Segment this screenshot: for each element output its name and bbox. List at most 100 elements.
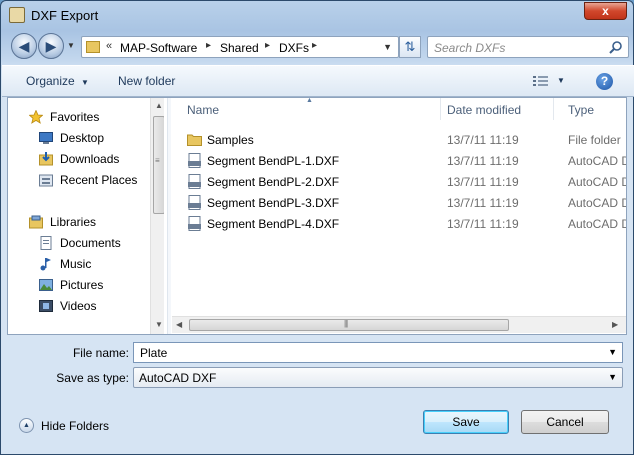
file-name: Segment BendPL-3.DXF [207, 196, 340, 210]
scrollbar-thumb[interactable] [189, 319, 509, 331]
scroll-down-icon[interactable]: ▼ [155, 320, 163, 329]
music-icon [40, 258, 51, 271]
favorites-label: Favorites [50, 110, 100, 124]
file-type: AutoCAD D [568, 154, 626, 168]
file-name-input[interactable]: Plate ▼ [133, 342, 623, 363]
sidebar-item-videos[interactable]: Videos [8, 296, 150, 316]
sidebar-item-desktop[interactable]: Desktop [8, 128, 150, 148]
dxf-file-icon [188, 216, 201, 231]
downloads-label: Downloads [60, 152, 120, 166]
sidebar-item-documents[interactable]: Documents [8, 233, 150, 253]
forward-button[interactable]: ▶ [38, 33, 64, 59]
scroll-right-icon[interactable]: ▶ [612, 320, 618, 329]
search-icon[interactable] [608, 40, 624, 56]
column-date-label: Date modified [447, 103, 522, 117]
file-name-label: File name: [72, 346, 129, 360]
pane-splitter[interactable] [167, 98, 171, 334]
recent-locations-dropdown-icon[interactable]: ▼ [67, 41, 75, 50]
organize-menu[interactable]: Organize ▼ [26, 74, 89, 88]
sidebar-item-music[interactable]: Music [8, 254, 150, 274]
file-type: File folder [568, 133, 621, 147]
back-button[interactable]: ◀ [11, 33, 37, 59]
scroll-left-icon[interactable]: ◀ [176, 320, 182, 329]
chevron-down-icon[interactable]: ▼ [608, 372, 617, 382]
recent-places-icon [39, 174, 53, 187]
dxf-export-dialog: DXF Export x ◀ ▶ ▼ « MAP-Software ▸ Shar… [0, 0, 634, 455]
navigation-pane-scrollbar[interactable]: ▲ ≡ ▼ [150, 98, 164, 334]
file-name: Segment BendPL-2.DXF [207, 175, 340, 189]
file-name: Segment BendPL-1.DXF [207, 154, 340, 168]
file-row-segment-bendpl-1[interactable]: Segment BendPL-1.DXF 13/7/11 11:19 AutoC… [172, 150, 626, 171]
close-button[interactable]: x [584, 2, 627, 20]
save-button[interactable]: Save [423, 410, 509, 434]
new-folder-button[interactable]: New folder [118, 74, 175, 88]
app-icon [9, 7, 25, 23]
file-list-scrollbar[interactable]: ◀ ||| ▶ [172, 316, 626, 333]
dxf-file-icon [188, 174, 201, 189]
breadcrumb-dxfs[interactable]: DXFs [279, 41, 309, 55]
chevron-down-icon: ▼ [81, 78, 89, 87]
window-title: DXF Export [31, 8, 99, 23]
file-date: 13/7/11 11:19 [447, 196, 519, 210]
column-type-label: Type [568, 103, 595, 117]
pictures-label: Pictures [60, 278, 104, 292]
breadcrumb-shared[interactable]: Shared [220, 41, 259, 55]
file-name-value: Plate [140, 346, 168, 360]
address-bar[interactable]: « MAP-Software ▸ Shared ▸ DXFs ▸ ▼ [81, 36, 399, 58]
desktop-label: Desktop [60, 131, 105, 145]
chevron-down-icon[interactable]: ▼ [608, 347, 617, 357]
chevron-up-icon: ▲ [19, 418, 34, 433]
videos-label: Videos [60, 299, 97, 313]
file-row-segment-bendpl-3[interactable]: Segment BendPL-3.DXF 13/7/11 11:19 AutoC… [172, 192, 626, 213]
scrollbar-thumb[interactable] [153, 116, 164, 214]
cancel-button[interactable]: Cancel [521, 410, 609, 434]
save-as-type-label: Save as type: [56, 371, 129, 385]
breadcrumb-separator-icon[interactable]: ▸ [206, 40, 211, 51]
views-icon[interactable] [533, 75, 549, 87]
address-dropdown-icon[interactable]: ▼ [383, 42, 392, 52]
dxf-file-icon [188, 195, 201, 210]
views-dropdown-icon[interactable]: ▼ [557, 76, 565, 85]
documents-label: Documents [60, 236, 121, 250]
column-header-name[interactable]: ▲ Name [172, 98, 441, 120]
refresh-button[interactable]: ⇅ [399, 36, 421, 58]
search-input[interactable]: Search DXFs [427, 36, 629, 58]
downloads-icon [39, 152, 53, 166]
breadcrumb-map-software[interactable]: MAP-Software [120, 41, 197, 55]
file-row-segment-bendpl-2[interactable]: Segment BendPL-2.DXF 13/7/11 11:19 AutoC… [172, 171, 626, 192]
column-header-date-modified[interactable]: Date modified [433, 98, 554, 120]
column-header-type[interactable]: Type [554, 98, 626, 120]
sort-ascending-icon: ▲ [306, 98, 313, 104]
search-placeholder: Search DXFs [434, 41, 506, 55]
file-date: 13/7/11 11:19 [447, 133, 519, 147]
folder-icon [86, 41, 100, 53]
dxf-file-icon [188, 153, 201, 168]
file-name: Samples [207, 133, 254, 147]
sidebar-item-favorites[interactable]: Favorites [8, 107, 150, 127]
file-type: AutoCAD D [568, 217, 626, 231]
file-name: Segment BendPL-4.DXF [207, 217, 340, 231]
refresh-icon: ⇅ [404, 39, 416, 54]
address-overflow-chevron[interactable]: « [106, 40, 112, 52]
file-row-segment-bendpl-4[interactable]: Segment BendPL-4.DXF 13/7/11 11:19 AutoC… [172, 213, 626, 234]
sidebar-item-pictures[interactable]: Pictures [8, 275, 150, 295]
navigation-bar: ◀ ▶ ▼ « MAP-Software ▸ Shared ▸ DXFs ▸ ▼… [7, 31, 629, 63]
documents-icon [40, 236, 52, 250]
grip-icon: ≡ [155, 156, 160, 165]
save-as-type-select[interactable]: AutoCAD DXF ▼ [133, 367, 623, 388]
sidebar-item-downloads[interactable]: Downloads [8, 149, 150, 169]
sidebar-item-libraries[interactable]: Libraries [8, 212, 150, 232]
save-as-type-value: AutoCAD DXF [139, 371, 217, 385]
breadcrumb-separator-icon[interactable]: ▸ [265, 40, 270, 51]
music-label: Music [60, 257, 92, 271]
breadcrumb-separator-icon[interactable]: ▸ [312, 40, 317, 51]
star-icon [29, 110, 43, 124]
file-date: 13/7/11 11:19 [447, 154, 519, 168]
organize-label: Organize [26, 74, 75, 88]
help-icon[interactable]: ? [596, 73, 613, 90]
file-row-samples[interactable]: Samples 13/7/11 11:19 File folder [172, 129, 626, 150]
file-type: AutoCAD D [568, 196, 626, 210]
sidebar-item-recent-places[interactable]: Recent Places [8, 170, 150, 190]
title-bar: DXF Export x [1, 1, 633, 29]
scroll-up-icon[interactable]: ▲ [155, 101, 163, 110]
